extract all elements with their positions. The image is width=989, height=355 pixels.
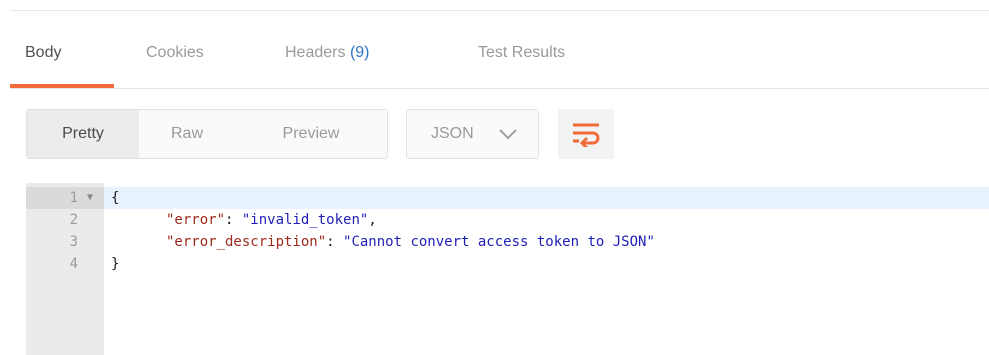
format-selected: JSON xyxy=(431,125,474,142)
response-tabs: Body Cookies Headers (9) Test Results xyxy=(10,38,989,89)
format-dropdown[interactable]: JSON xyxy=(406,109,539,159)
json-string: "invalid_token" xyxy=(241,212,369,228)
code-line: "error": "invalid_token", xyxy=(166,212,377,228)
line-number: 3 xyxy=(69,234,78,250)
active-tab-indicator xyxy=(10,84,114,88)
json-comma: , xyxy=(368,212,377,228)
tab-headers-label: Headers xyxy=(285,44,346,61)
top-divider xyxy=(10,10,989,11)
json-key: "error_description" xyxy=(166,234,327,250)
active-line-highlight xyxy=(104,187,989,209)
line-number: 4 xyxy=(69,256,78,272)
tab-test-results[interactable]: Test Results xyxy=(478,44,565,62)
pretty-button[interactable]: Pretty xyxy=(27,110,139,158)
line-number: 1 xyxy=(69,190,78,206)
code-line: { xyxy=(111,187,119,209)
wrap-lines-button[interactable] xyxy=(558,109,614,159)
code-line: } xyxy=(111,253,119,275)
response-body-editor[interactable]: 1 ▼ 2 3 4 { "error": "invalid_token", "e… xyxy=(26,183,989,355)
raw-button[interactable]: Raw xyxy=(139,110,235,158)
json-key: "error" xyxy=(166,212,226,228)
tab-headers[interactable]: Headers (9) xyxy=(285,44,370,62)
chevron-down-icon xyxy=(499,129,517,140)
preview-button[interactable]: Preview xyxy=(235,110,387,158)
tab-cookies[interactable]: Cookies xyxy=(146,44,204,62)
tab-body[interactable]: Body xyxy=(25,44,61,62)
json-string: "Cannot convert access token to JSON" xyxy=(343,234,655,250)
close-brace: } xyxy=(111,256,120,272)
open-brace: { xyxy=(111,190,120,206)
wrap-lines-icon xyxy=(573,123,600,147)
headers-count: (9) xyxy=(349,44,370,61)
code-line: "error_description": "Cannot convert acc… xyxy=(166,234,655,250)
line-number: 2 xyxy=(69,212,78,228)
fold-toggle-icon[interactable]: ▼ xyxy=(87,187,93,209)
view-mode-switch: Pretty Raw Preview xyxy=(26,109,388,159)
